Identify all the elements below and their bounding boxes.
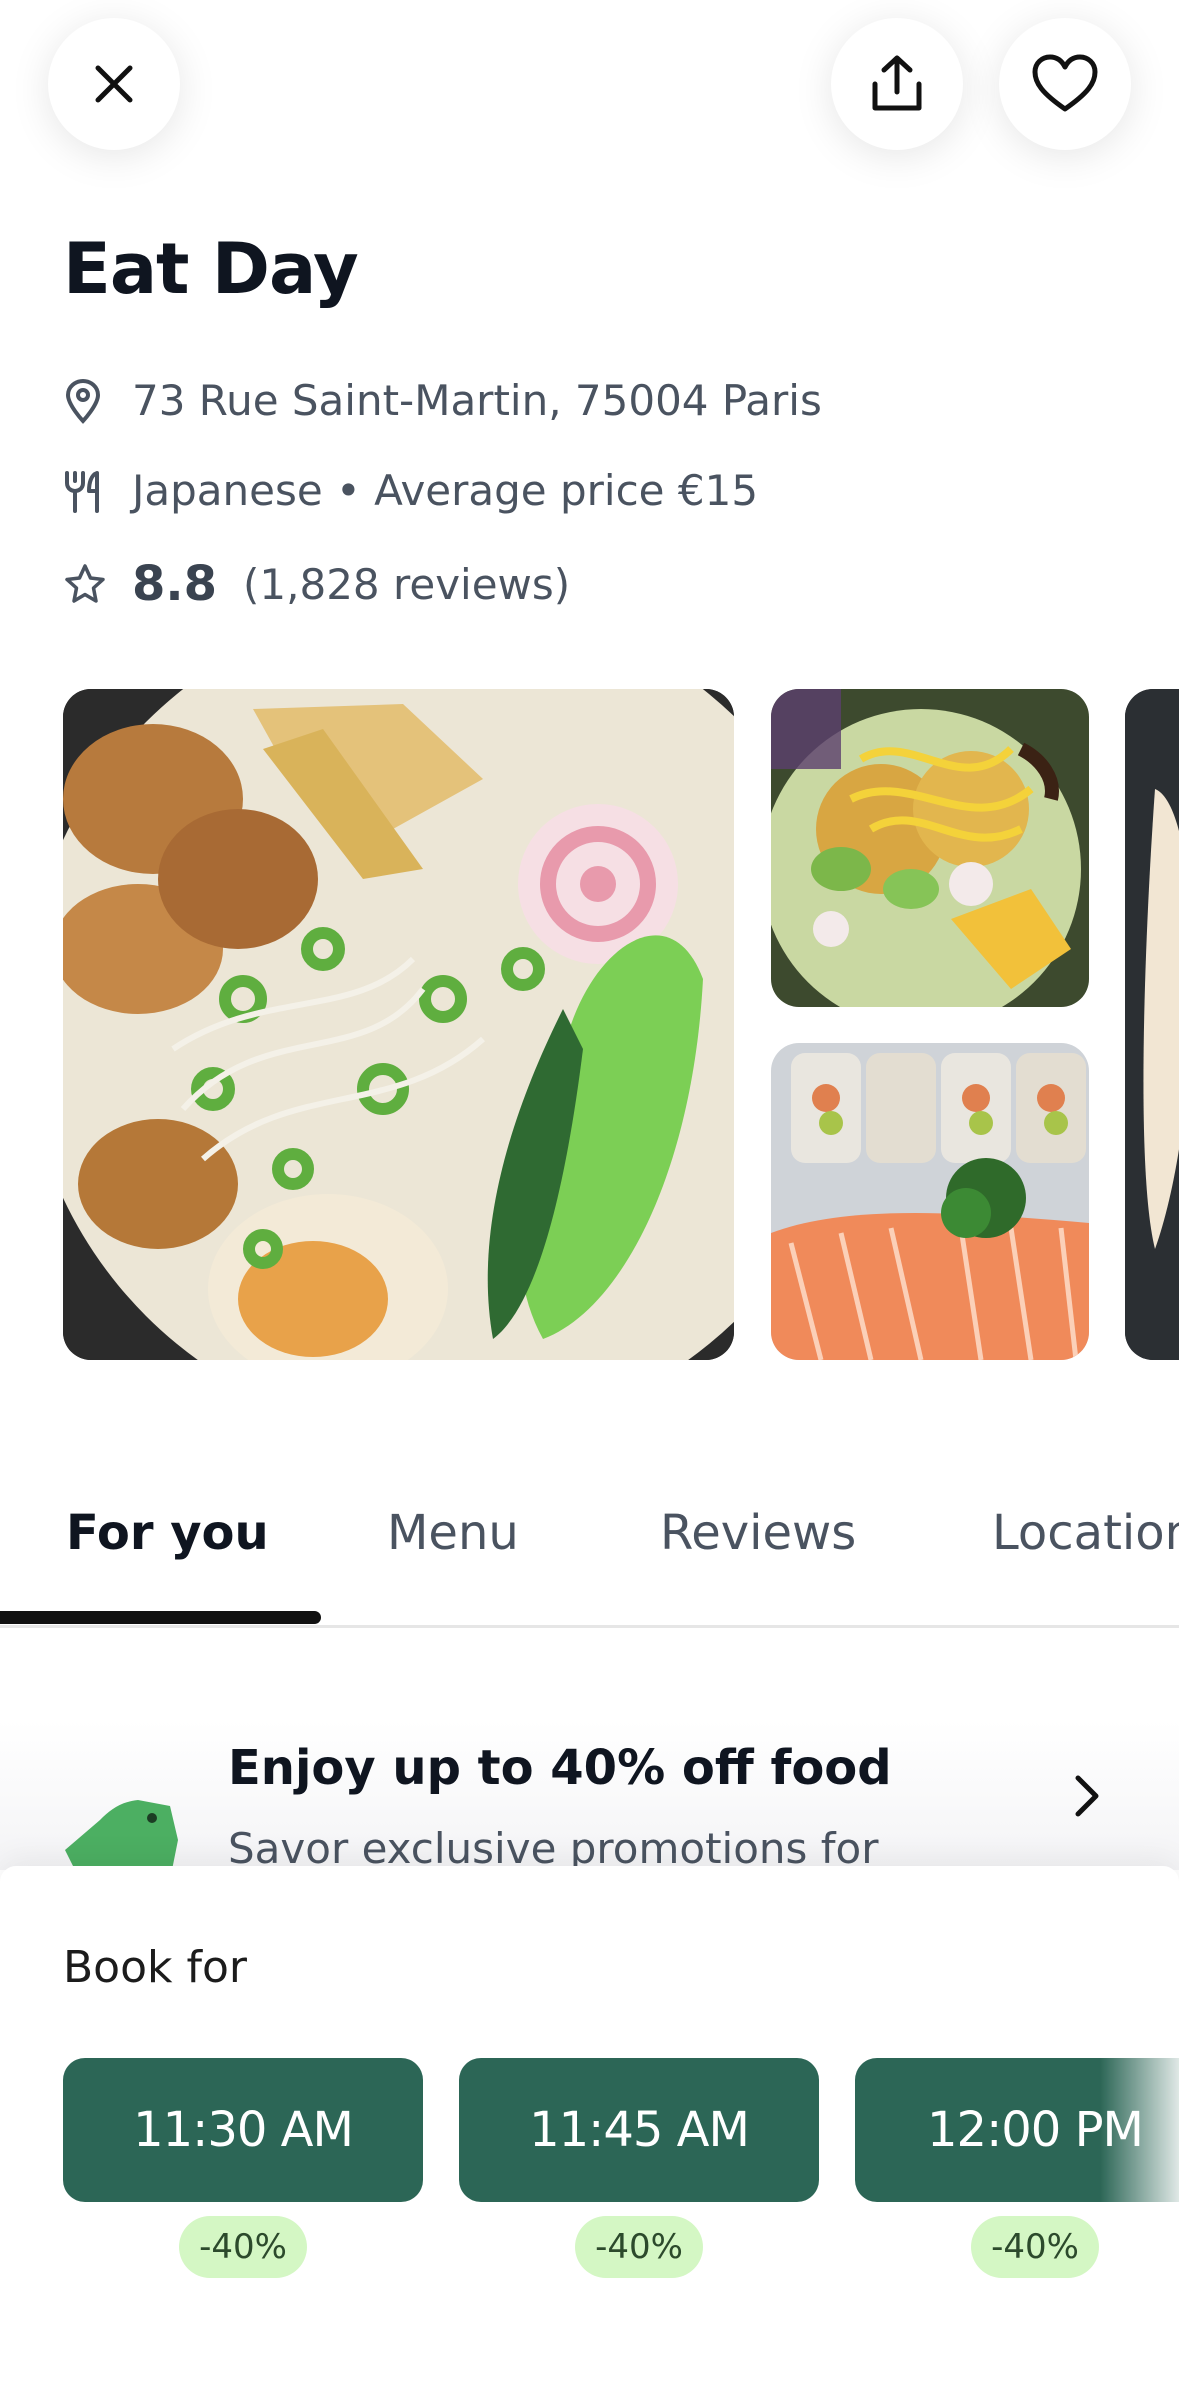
cutlery-icon (63, 468, 108, 513)
rating-value: 8.8 (132, 556, 218, 612)
tab-bar: For you Menu Reviews Location (0, 1460, 1179, 1628)
discount-badge: -40% (971, 2216, 1099, 2278)
close-icon (95, 65, 133, 103)
booking-panel: Book for 11:30 AM -40% 11:45 AM -40% 12:… (0, 1866, 1179, 2396)
promo-subtitle: Savor exclusive promotions for (228, 1824, 879, 1870)
book-for-label: Book for (63, 1942, 247, 1993)
share-icon (872, 55, 922, 111)
time-slot-button[interactable]: 11:30 AM (63, 2058, 423, 2202)
gallery-photo-salad[interactable] (771, 689, 1089, 1007)
tab-for-you[interactable]: For you (66, 1505, 269, 1561)
dinosaur-icon (65, 1800, 178, 1870)
time-slot-button[interactable]: 11:45 AM (459, 2058, 819, 2202)
close-button[interactable] (48, 18, 180, 150)
star-icon (63, 562, 108, 607)
address-text: 73 Rue Saint-Martin, 75004 Paris (132, 376, 822, 425)
gallery-photo-ramen[interactable] (63, 689, 734, 1360)
restaurant-name: Eat Day (63, 228, 359, 310)
review-count: (1,828 reviews) (243, 559, 571, 609)
cuisine-row: Japanese • Average price €15 (63, 466, 758, 515)
share-button[interactable] (831, 18, 963, 150)
tab-location[interactable]: Location (992, 1505, 1179, 1561)
heart-icon (1032, 54, 1098, 112)
gallery-photo-sushi[interactable] (771, 1043, 1089, 1360)
scroll-fade (1100, 2040, 1179, 2240)
tab-reviews[interactable]: Reviews (660, 1505, 856, 1561)
location-pin-icon (63, 378, 108, 424)
cuisine-price-text: Japanese • Average price €15 (132, 466, 759, 515)
gallery-photo-more[interactable] (1125, 689, 1179, 1360)
discount-badge: -40% (179, 2216, 307, 2278)
rating-row[interactable]: 8.8 (1,828 reviews) (63, 556, 570, 612)
chevron-right-icon (1075, 1775, 1099, 1817)
promo-banner[interactable]: Enjoy up to 40% off food Savor exclusive… (0, 1720, 1179, 1870)
active-tab-indicator (0, 1611, 321, 1624)
address-row[interactable]: 73 Rue Saint-Martin, 75004 Paris (63, 376, 822, 425)
promo-title: Enjoy up to 40% off food (228, 1740, 892, 1796)
favorite-button[interactable] (999, 18, 1131, 150)
tab-menu[interactable]: Menu (387, 1505, 519, 1561)
discount-badge: -40% (575, 2216, 703, 2278)
